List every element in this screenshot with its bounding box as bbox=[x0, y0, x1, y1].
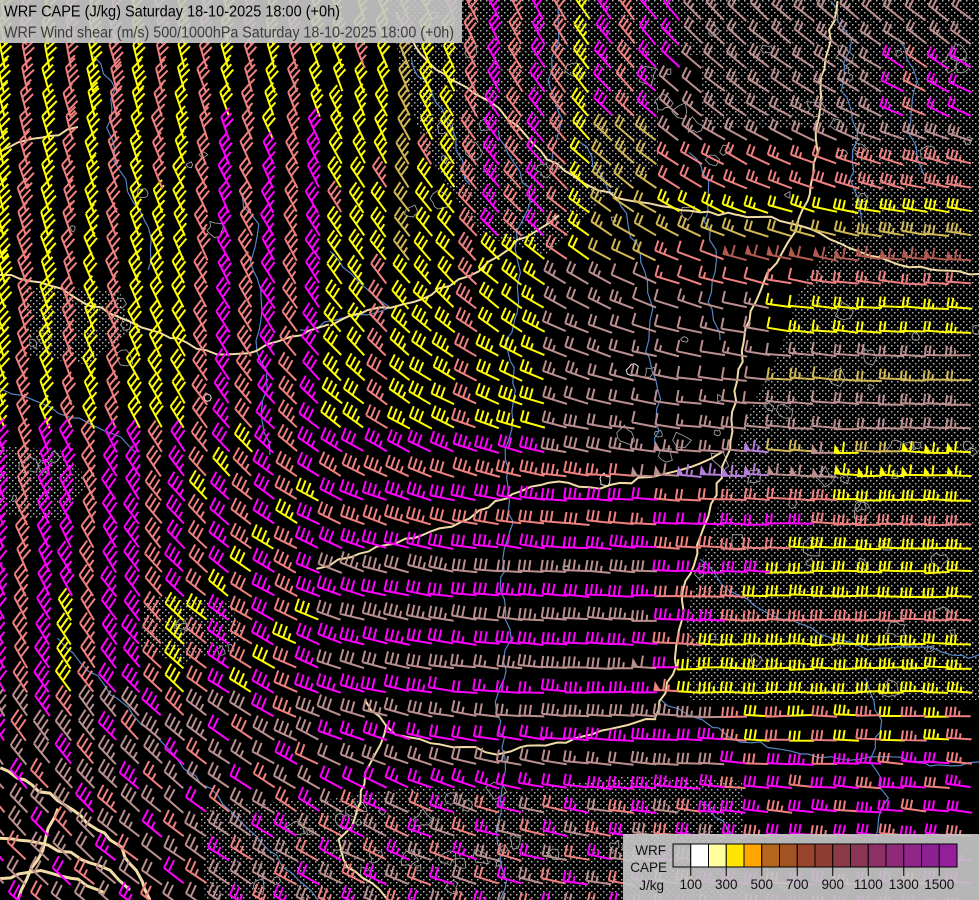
svg-text:WRF CAPE (J/kg) Saturday 18-10: WRF CAPE (J/kg) Saturday 18-10-2025 18:0… bbox=[4, 4, 340, 21]
svg-text:300: 300 bbox=[715, 877, 738, 892]
svg-text:1500: 1500 bbox=[924, 877, 954, 892]
svg-text:WRF: WRF bbox=[635, 843, 666, 858]
svg-text:CAPE: CAPE bbox=[630, 860, 667, 875]
svg-text:900: 900 bbox=[821, 877, 844, 892]
svg-text:100: 100 bbox=[679, 877, 702, 892]
svg-text:1100: 1100 bbox=[854, 877, 883, 892]
svg-text:WRF Wind shear (m/s) 500/1000h: WRF Wind shear (m/s) 500/1000hPa Saturda… bbox=[4, 25, 454, 42]
svg-text:J/kg: J/kg bbox=[639, 878, 664, 893]
svg-text:700: 700 bbox=[786, 877, 809, 892]
svg-text:500: 500 bbox=[750, 877, 773, 892]
svg-text:1300: 1300 bbox=[889, 877, 919, 892]
